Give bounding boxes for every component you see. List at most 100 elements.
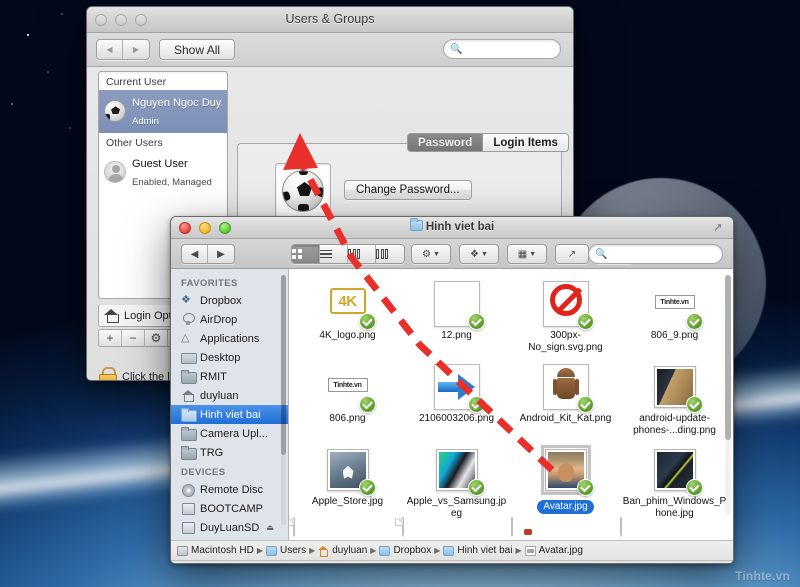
- share-icon[interactable]: ↗: [556, 245, 588, 263]
- blue-arrow-icon: [437, 374, 476, 400]
- sidebar-item-rmit[interactable]: RMIT: [171, 367, 288, 386]
- arrange-menu-button[interactable]: ▦ ▼: [507, 244, 547, 264]
- sidebar-item-trg[interactable]: TRG: [171, 443, 288, 462]
- show-all-button[interactable]: Show All: [159, 39, 236, 60]
- remove-user-button[interactable]: −: [122, 330, 145, 346]
- gear-icon[interactable]: ⚙: [145, 330, 168, 346]
- sidebar-scrollbar[interactable]: [281, 275, 286, 525]
- finder-titlebar[interactable]: Hinh viet bai ➚: [171, 217, 733, 239]
- sidebar-item-label: Camera Upl...: [200, 427, 268, 440]
- finder-path-bar[interactable]: Macintosh HD ▶ Users ▶ duyluan ▶ Dropbox…: [171, 540, 733, 560]
- sidebar-item-duyluan[interactable]: duyluan: [171, 386, 288, 405]
- prefs-titlebar[interactable]: Users & Groups: [87, 7, 573, 33]
- add-user-button[interactable]: +: [99, 330, 122, 346]
- file-item[interactable]: Tinhte.vn 806.png: [293, 360, 402, 443]
- sidebar-item-label: DuyLuanSD: [200, 521, 260, 534]
- tab-password[interactable]: Password: [407, 133, 484, 152]
- file-grid-scrollbar[interactable]: [725, 275, 731, 515]
- sidebar-item-airdrop[interactable]: AirDrop: [171, 310, 288, 329]
- dropbox-menu-button[interactable]: ❖ ▼: [459, 244, 499, 264]
- file-thumbnail-partial[interactable]: [289, 517, 295, 536]
- account-picture-well[interactable]: [275, 163, 331, 219]
- fullscreen-icon[interactable]: ➚: [713, 221, 726, 234]
- breadcrumb-hinh-viet-bai[interactable]: Hinh viet bai: [443, 545, 512, 556]
- sidebar-item-camera-uploads[interactable]: Camera Upl...: [171, 424, 288, 443]
- prefs-nav-segment[interactable]: ◀ ▶: [96, 39, 150, 60]
- sidebar-item-desktop[interactable]: Desktop: [171, 348, 288, 367]
- file-item[interactable]: Apple_Store.jpg: [293, 443, 402, 526]
- breadcrumb-dropbox[interactable]: Dropbox: [379, 545, 431, 556]
- dropbox-synced-badge-icon: [685, 313, 703, 330]
- user-row-current[interactable]: Nguyen Ngoc Duy... Admin: [99, 90, 227, 133]
- prefs-search-field[interactable]: 🔍: [443, 39, 561, 59]
- dropbox-icon[interactable]: ❖ ▼: [460, 245, 498, 263]
- sidebar-item-dropbox[interactable]: ❖ Dropbox: [171, 291, 288, 310]
- action-menu-button[interactable]: ⚙ ▼: [411, 244, 451, 264]
- user-row-guest[interactable]: Guest User Enabled, Managed: [99, 151, 227, 194]
- dropbox-synced-badge-icon: [576, 396, 594, 413]
- breadcrumb-avatar-jpg[interactable]: Avatar.jpg: [524, 545, 583, 556]
- breadcrumb-duyluan[interactable]: duyluan: [318, 545, 368, 557]
- sidebar-item-bootcamp[interactable]: BOOTCAMP: [171, 499, 288, 518]
- file-item[interactable]: android-update-phones-...ding.png: [620, 360, 729, 443]
- finder-search-field[interactable]: 🔍: [588, 244, 723, 264]
- back-arrow-icon[interactable]: ◀: [97, 40, 123, 59]
- tab-login-items[interactable]: Login Items: [483, 133, 569, 152]
- forward-arrow-icon[interactable]: ▶: [123, 40, 149, 59]
- folder-icon: [379, 545, 391, 556]
- file-item[interactable]: Tinhte.vn 806_9.png: [620, 277, 729, 360]
- chevron-right-icon: ▶: [256, 546, 263, 555]
- coverflow-view-icon[interactable]: [376, 245, 404, 263]
- generic-person-avatar-icon: [104, 161, 126, 184]
- lock-icon[interactable]: [99, 367, 117, 380]
- finder-status-bar: 1 of 55 selected, 25.81 GB available: [171, 560, 733, 563]
- finder-file-grid[interactable]: 4K 4K_logo.png 12.png 300px-No_sign.svg.…: [289, 269, 733, 540]
- file-thumbnail-partial[interactable]: [511, 517, 513, 536]
- finder-toolbar[interactable]: ◀ ▶ ⚙▼ ❖▼ ▦▼ ↗ ●–: [171, 239, 733, 269]
- prefs-toolbar[interactable]: ◀ ▶ Show All 🔍: [87, 33, 573, 67]
- search-icon: 🔍: [595, 248, 608, 260]
- sidebar-item-applications[interactable]: △ Applications: [171, 329, 288, 348]
- file-item[interactable]: Ban_phim_Windows_Phone.jpg: [620, 443, 729, 526]
- login-options-label: Login Opti: [124, 309, 175, 322]
- file-item[interactable]: Apple_vs_Samsung.jpeg: [402, 443, 511, 526]
- breadcrumb-users[interactable]: Users: [265, 545, 306, 556]
- user-name: Guest User: [132, 157, 188, 170]
- sidebar-item-hinh-viet-bai[interactable]: Hinh viet bai: [171, 405, 288, 424]
- finder-window[interactable]: Hinh viet bai ➚ ◀ ▶ ⚙ ▼ ❖ ▼ ▦ ▼ ↗ 🔍 FAVO…: [170, 216, 734, 564]
- lock-row[interactable]: Click the loc: [99, 367, 181, 380]
- sidebar-item-remote-disc[interactable]: Remote Disc: [171, 480, 288, 499]
- finder-sidebar[interactable]: FAVORITES ❖ Dropbox AirDrop △ Applications…: [171, 269, 289, 540]
- breadcrumb-label: duyluan: [332, 545, 368, 556]
- arrange-grid-icon[interactable]: ▦ ▼: [508, 245, 546, 263]
- list-view-icon[interactable]: [320, 245, 348, 263]
- sidebar-item-label: Dropbox: [200, 294, 242, 307]
- column-view-icon[interactable]: [348, 245, 376, 263]
- sidebar-item-duyluansd[interactable]: DuyLuanSD ⏏: [171, 518, 288, 537]
- file-item[interactable]: 12.png: [402, 277, 511, 360]
- breadcrumb-macintosh-hd[interactable]: Macintosh HD: [177, 545, 254, 556]
- file-thumbnail-partial[interactable]: [395, 517, 404, 536]
- change-password-button[interactable]: Change Password...: [344, 180, 472, 200]
- file-item[interactable]: Android_Kit_Kat.png: [511, 360, 620, 443]
- file-item[interactable]: 300px-No_sign.svg.png: [511, 277, 620, 360]
- eject-icon[interactable]: ⏏: [266, 523, 274, 532]
- file-thumbnail: [433, 364, 485, 413]
- file-thumbnail-partial[interactable]: [620, 517, 622, 536]
- prefs-tab-bar[interactable]: Password Login Items: [407, 133, 569, 152]
- dropbox-synced-badge-icon: [576, 313, 594, 330]
- file-item-selected[interactable]: Avatar.jpg: [511, 443, 620, 526]
- drive-icon: [181, 521, 195, 534]
- forward-arrow-icon[interactable]: ▶: [208, 245, 234, 263]
- file-item[interactable]: 4K 4K_logo.png: [293, 277, 402, 360]
- gear-icon[interactable]: ⚙ ▼: [412, 245, 450, 263]
- file-thumbnail: [652, 364, 703, 413]
- view-mode-segment[interactable]: [291, 244, 405, 264]
- file-thumbnail: 4K: [325, 281, 376, 330]
- icon-view-icon[interactable]: [292, 245, 320, 263]
- back-arrow-icon[interactable]: ◀: [182, 245, 208, 263]
- share-button[interactable]: ↗: [555, 244, 589, 264]
- finder-nav-segment[interactable]: ◀ ▶: [181, 244, 235, 264]
- file-item[interactable]: 2106003206.png: [402, 360, 511, 443]
- file-thumbnail: Tinhte.vn: [652, 281, 703, 330]
